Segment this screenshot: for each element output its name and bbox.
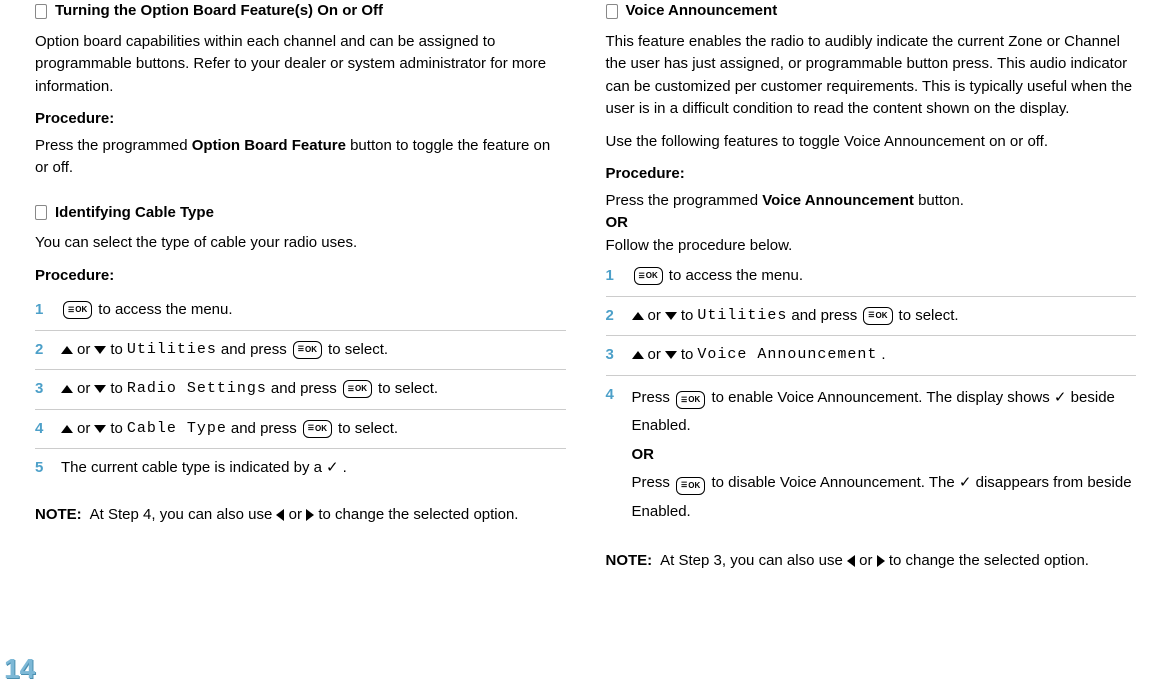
step-4: 4 Press OK to enable Voice Announcement.… — [606, 376, 1137, 535]
menu-text: Voice Announcement — [697, 344, 877, 367]
note-block: NOTE: At Step 4, you can also use or to … — [35, 504, 566, 527]
step-number: 4 — [606, 384, 620, 407]
arrow-up-icon — [632, 351, 644, 359]
step-number: 3 — [35, 378, 49, 401]
step-body: The current cable type is indicated by a… — [61, 457, 566, 480]
arrow-right-icon — [306, 509, 314, 521]
intro-text: You can select the type of cable your ra… — [35, 232, 566, 255]
intro-text: This feature enables the radio to audibl… — [606, 31, 1137, 121]
heading-text: Turning the Option Board Feature(s) On o… — [55, 0, 383, 23]
or-label: OR — [606, 214, 629, 231]
procedure-label: Procedure: — [606, 163, 1137, 186]
arrow-down-icon — [94, 346, 106, 354]
ok-button-icon: OK — [303, 420, 332, 438]
step-body: or to Cable Type and press OK to select. — [61, 418, 566, 441]
step-4: 4 or to Cable Type and press OK to selec… — [35, 410, 566, 450]
arrow-up-icon — [61, 346, 73, 354]
step-1: 1 OK to access the menu. — [35, 291, 566, 331]
step-list: 1 OK to access the menu. 2 or to Utiliti… — [606, 257, 1137, 534]
ok-button-icon: OK — [343, 380, 372, 398]
page-icon — [35, 4, 47, 19]
note-body: At Step 4, you can also use or to change… — [90, 504, 566, 527]
step-number: 5 — [35, 457, 49, 480]
heading-cable-type: Identifying Cable Type — [35, 202, 566, 225]
ok-button-icon: OK — [293, 341, 322, 359]
right-column: Voice Announcement This feature enables … — [606, 0, 1137, 694]
procedure-text: Press the programmed Option Board Featur… — [35, 135, 566, 180]
procedure-label: Procedure: — [35, 265, 566, 288]
check-icon: ✓ — [959, 474, 972, 491]
arrow-down-icon — [94, 425, 106, 433]
note-label: NOTE: — [606, 550, 653, 573]
step-2: 2 or to Utilities and press OK to select… — [606, 297, 1137, 337]
menu-text: Utilities — [697, 305, 787, 328]
ok-button-icon: OK — [863, 307, 892, 325]
menu-text: Utilities — [127, 339, 217, 362]
page-number: 14 — [4, 648, 35, 690]
procedure-text: Press the programmed Voice Announcement … — [606, 190, 1137, 258]
arrow-left-icon — [276, 509, 284, 521]
step-body: OK to access the menu. — [61, 299, 566, 322]
heading-option-board: Turning the Option Board Feature(s) On o… — [35, 0, 566, 23]
menu-text: Radio Settings — [127, 378, 267, 401]
arrow-up-icon — [632, 312, 644, 320]
procedure-label: Procedure: — [35, 108, 566, 131]
arrow-left-icon — [847, 555, 855, 567]
step-number: 2 — [606, 305, 620, 328]
step-5: 5 The current cable type is indicated by… — [35, 449, 566, 488]
step-body: or to Utilities and press OK to select. — [61, 339, 566, 362]
arrow-up-icon — [61, 425, 73, 433]
use-text: Use the following features to toggle Voi… — [606, 131, 1137, 154]
section-option-board: Turning the Option Board Feature(s) On o… — [35, 0, 566, 180]
section-voice-announcement: Voice Announcement This feature enables … — [606, 0, 1137, 573]
note-body: At Step 3, you can also use or to change… — [660, 550, 1136, 573]
check-icon: ✓ — [1054, 389, 1067, 406]
step-body: or to Voice Announcement . — [632, 344, 1137, 367]
ok-button-icon: OK — [63, 301, 92, 319]
step-number: 1 — [606, 265, 620, 288]
step-body: or to Utilities and press OK to select. — [632, 305, 1137, 328]
left-column: Turning the Option Board Feature(s) On o… — [35, 0, 566, 694]
step-3: 3 or to Voice Announcement . — [606, 336, 1137, 376]
section-cable-type: Identifying Cable Type You can select th… — [35, 202, 566, 527]
step-2: 2 or to Utilities and press OK to select… — [35, 331, 566, 371]
note-label: NOTE: — [35, 504, 82, 527]
or-label: OR — [632, 446, 655, 463]
step-body: OK to access the menu. — [632, 265, 1137, 288]
step-number: 3 — [606, 344, 620, 367]
step-number: 2 — [35, 339, 49, 362]
note-block: NOTE: At Step 3, you can also use or to … — [606, 550, 1137, 573]
step-body: Press OK to enable Voice Announcement. T… — [632, 384, 1137, 527]
step-number: 1 — [35, 299, 49, 322]
page-icon — [606, 4, 618, 19]
heading-voice-announcement: Voice Announcement — [606, 0, 1137, 23]
ok-button-icon: OK — [676, 391, 705, 409]
step-3: 3 or to Radio Settings and press OK to s… — [35, 370, 566, 410]
ok-button-icon: OK — [676, 477, 705, 495]
arrow-down-icon — [665, 351, 677, 359]
arrow-up-icon — [61, 385, 73, 393]
step-number: 4 — [35, 418, 49, 441]
step-list: 1 OK to access the menu. 2 or to Utiliti… — [35, 291, 566, 488]
menu-text: Cable Type — [127, 418, 227, 441]
intro-text: Option board capabilities within each ch… — [35, 31, 566, 99]
heading-text: Voice Announcement — [626, 0, 778, 23]
arrow-down-icon — [665, 312, 677, 320]
ok-button-icon: OK — [634, 267, 663, 285]
arrow-down-icon — [94, 385, 106, 393]
step-1: 1 OK to access the menu. — [606, 257, 1137, 297]
page-icon — [35, 205, 47, 220]
heading-text: Identifying Cable Type — [55, 202, 214, 225]
step-body: or to Radio Settings and press OK to sel… — [61, 378, 566, 401]
arrow-right-icon — [877, 555, 885, 567]
check-icon: ✓ — [326, 457, 339, 480]
